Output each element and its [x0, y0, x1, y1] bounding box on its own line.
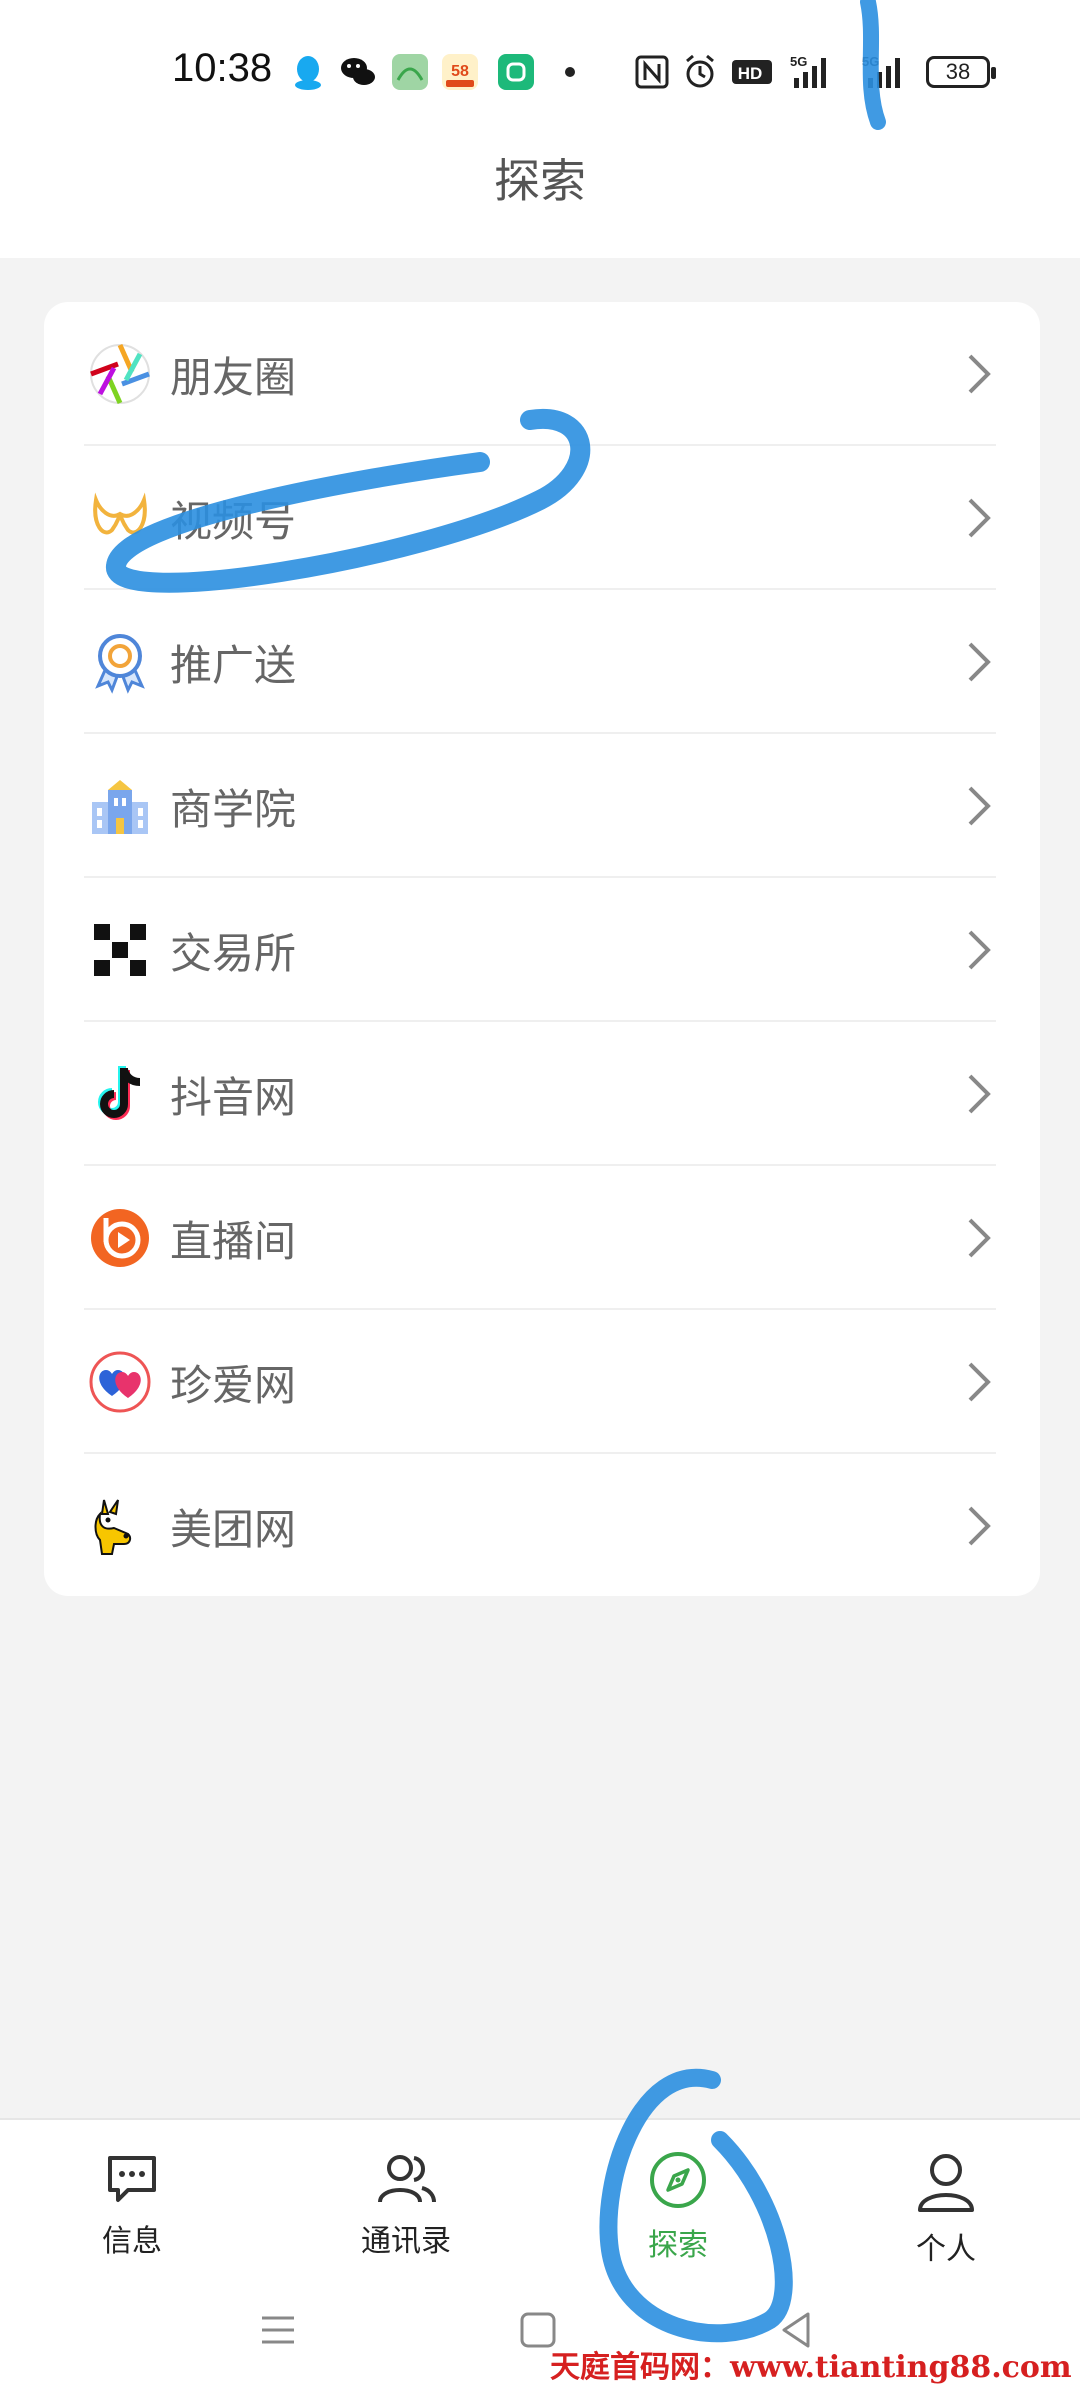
person-icon [918, 2154, 974, 2212]
chevron-right-icon [968, 498, 991, 538]
tab-label: 探索 [648, 2228, 708, 2263]
chevron-right-icon [968, 1074, 991, 1114]
chevron-right-icon [968, 786, 991, 826]
menu-item-zhenai[interactable]: 珍爱网 [44, 1310, 1040, 1454]
status-time: 10:38 [172, 46, 273, 90]
chevron-right-icon [968, 930, 991, 970]
chevron-right-icon [968, 642, 991, 682]
tab-profile[interactable]: 个人 [866, 2150, 1026, 2290]
award-icon [88, 630, 152, 694]
chevron-right-icon [968, 1506, 991, 1546]
svg-text:HD: HD [738, 64, 763, 83]
menu-item-label: 朋友圈 [170, 352, 297, 402]
58-icon: 58 [442, 54, 478, 90]
menu-item-label: 直播间 [170, 1216, 297, 1266]
chevron-right-icon [968, 1218, 991, 1258]
channels-icon [88, 486, 152, 550]
alarm-icon [686, 54, 714, 88]
compass-icon [650, 2152, 706, 2208]
status-bar: 10:38 58 HD 5G 5G 38 [0, 0, 1080, 140]
live-icon [88, 1206, 152, 1270]
menu-item-moments[interactable]: 朋友圈 [44, 302, 1040, 446]
contacts-icon [378, 2155, 436, 2203]
tiktok-icon [88, 1062, 152, 1126]
qq-icon [295, 56, 321, 90]
menu-item-label: 抖音网 [170, 1072, 297, 1122]
menu-item-meituan[interactable]: 美团网 [44, 1454, 1040, 1598]
kangaroo-icon [88, 1494, 152, 1558]
tab-label: 个人 [916, 2232, 976, 2267]
hearts-icon [88, 1350, 152, 1414]
tab-messages[interactable]: 信息 [52, 2150, 212, 2290]
5g-signal-icon: 5G [790, 54, 826, 88]
menu-item-label: 视频号 [170, 496, 297, 546]
menu-item-label: 交易所 [170, 928, 297, 978]
5g-signal-icon: 5G [862, 54, 900, 88]
chevron-right-icon [968, 354, 991, 394]
page-header: 探索 [0, 140, 1080, 258]
shield-icon [498, 54, 534, 90]
exchange-icon [88, 918, 152, 982]
tab-contacts[interactable]: 通讯录 [326, 2150, 486, 2290]
menu-item-channels[interactable]: 视频号 [44, 446, 1040, 590]
school-icon [88, 774, 152, 838]
tab-label: 信息 [102, 2224, 162, 2259]
watermark-text: 天庭首码网：www.tianting88.com [550, 2350, 1072, 2385]
menu-item-label: 商学院 [170, 784, 297, 834]
screen: 10:38 58 HD 5G 5G 38 探索 朋友圈 视频号 推广送 商学院 … [0, 0, 1080, 2400]
moments-icon [88, 342, 152, 406]
menu-item-promotion[interactable]: 推广送 [44, 590, 1040, 734]
tab-explore[interactable]: 探索 [598, 2150, 758, 2290]
explore-menu: 朋友圈 视频号 推广送 商学院 交易所 抖音网 直播间 珍爱网 美团网 [44, 302, 1040, 1596]
battery-indicator: 38 [926, 56, 996, 88]
nfc-icon [635, 55, 669, 89]
dot-icon [565, 67, 575, 77]
menu-item-label: 珍爱网 [170, 1360, 297, 1410]
menu-item-live[interactable]: 直播间 [44, 1166, 1040, 1310]
app-icon [392, 54, 428, 90]
menu-item-label: 美团网 [170, 1504, 297, 1554]
hd-icon: HD [732, 60, 772, 84]
svg-text:5G: 5G [862, 54, 879, 69]
svg-text:58: 58 [451, 63, 469, 80]
chevron-right-icon [968, 1362, 991, 1402]
menu-item-business-school[interactable]: 商学院 [44, 734, 1040, 878]
svg-text:5G: 5G [790, 54, 807, 69]
wechat-icon [341, 58, 375, 85]
page-title: 探索 [494, 154, 586, 208]
menu-item-label: 推广送 [170, 640, 297, 690]
tab-label: 通讯录 [361, 2224, 451, 2259]
menu-item-exchange[interactable]: 交易所 [44, 878, 1040, 1022]
message-icon [108, 2156, 156, 2202]
menu-item-douyin[interactable]: 抖音网 [44, 1022, 1040, 1166]
menu-icon[interactable] [258, 2310, 298, 2350]
